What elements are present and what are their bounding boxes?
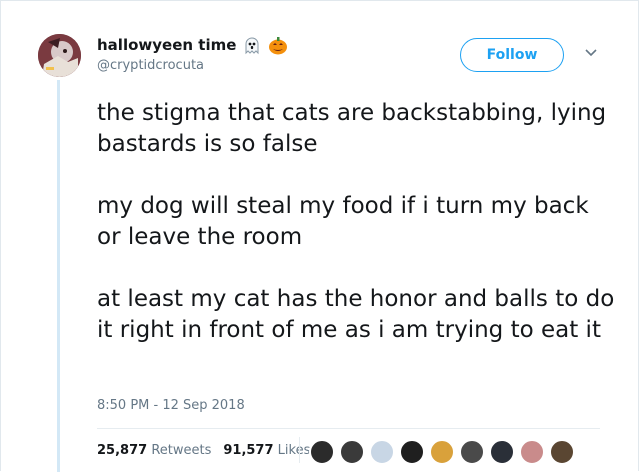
chevron-down-icon[interactable] [584,48,598,58]
stats-separator [299,437,300,463]
tweet-paragraph: at least my cat has the honor and balls … [97,286,615,343]
likes-label: Likes [277,443,311,458]
jack-o-lantern-icon [268,35,288,55]
divider [97,428,600,429]
liker-avatars [309,439,579,465]
liker-avatar[interactable] [309,439,335,465]
likes-count: 91,577 [223,443,274,458]
ghost-icon [242,35,262,55]
liker-avatar[interactable] [339,439,365,465]
avatar-image [38,34,81,77]
liker-avatar[interactable] [369,439,395,465]
retweets-label: Retweets [151,443,212,458]
liker-avatar[interactable] [519,439,545,465]
tweet-timestamp[interactable]: 8:50 PM - 12 Sep 2018 [97,398,245,413]
tweet-paragraph: the stigma that cats are backstabbing, l… [97,100,607,157]
tweet-stats: 25,877 Retweets 91,577 Likes [97,443,310,458]
retweets-stat[interactable]: 25,877 Retweets [97,443,211,458]
avatar[interactable] [38,34,81,77]
thread-line [57,80,60,472]
display-name[interactable]: hallowyeen time [97,36,236,54]
liker-avatar[interactable] [549,439,575,465]
retweets-count: 25,877 [97,443,148,458]
liker-avatar[interactable] [459,439,485,465]
tweet-text: the stigma that cats are backstabbing, l… [97,98,617,377]
likes-stat[interactable]: 91,577 Likes [223,443,310,458]
user-handle[interactable]: @cryptidcrocuta [97,58,204,73]
tweet-paragraph: my dog will steal my food if i turn my b… [97,193,589,250]
liker-avatar[interactable] [489,439,515,465]
name-row: hallowyeen time [97,35,288,55]
liker-avatar[interactable] [429,439,455,465]
liker-avatar[interactable] [399,439,425,465]
follow-button[interactable]: Follow [460,38,564,72]
